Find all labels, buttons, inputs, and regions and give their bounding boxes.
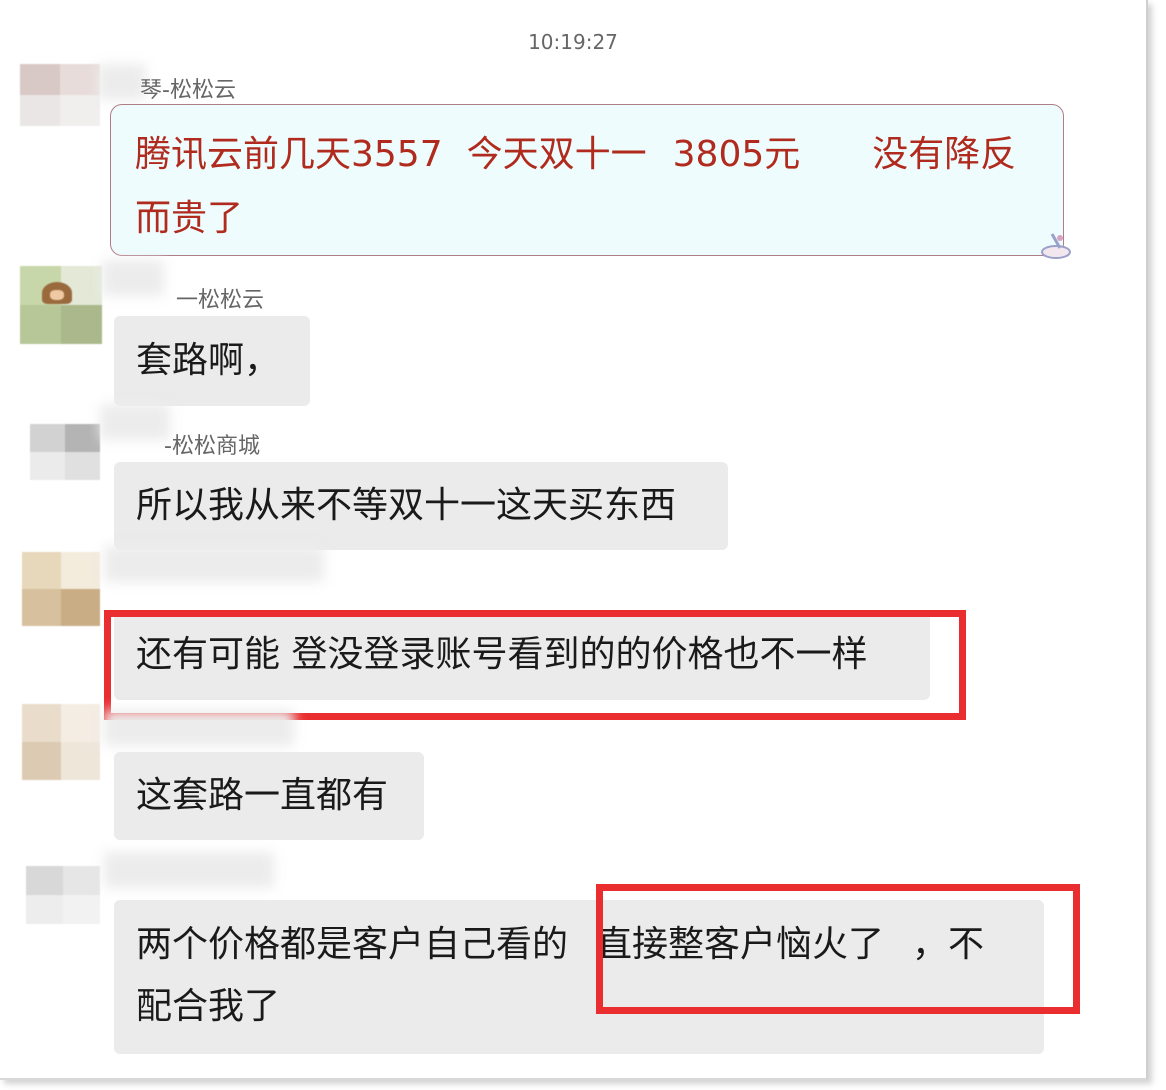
sender-name-redacted xyxy=(104,710,294,746)
highlight-box xyxy=(104,610,966,720)
avatar[interactable] xyxy=(22,552,100,626)
chat-window: 10:19:27 琴-松松云 腾讯云前几天3557 今天双十一 3805元 没有降反 … xyxy=(0,0,1148,1080)
message-text: 这套路一直都有 xyxy=(136,775,389,816)
sender-name: 一松松云 xyxy=(176,288,265,313)
sender-name-redacted xyxy=(102,260,164,296)
message-bubble[interactable]: 这套路一直都有 xyxy=(114,752,424,840)
message-text: 今天双十一 xyxy=(466,134,647,175)
shake-icon xyxy=(1041,233,1071,259)
sender-name-redacted xyxy=(104,546,324,582)
message-text-line: 而贵了 xyxy=(135,187,1039,251)
avatar[interactable] xyxy=(30,424,100,480)
message-text: 3805元 xyxy=(672,134,801,175)
message-text: 两个价格都是客户自己看的 xyxy=(136,924,569,965)
avatar[interactable] xyxy=(26,866,100,924)
sender-name: 琴-松松云 xyxy=(140,78,236,103)
highlight-box xyxy=(596,884,1080,1014)
message-text-line: 腾讯云前几天3557 今天双十一 3805元 没有降反 xyxy=(135,123,1039,187)
message-bubble[interactable]: 套路啊， xyxy=(114,316,310,406)
sender-name: -松松商城 xyxy=(164,434,260,459)
message-bubble[interactable]: 所以我从来不等双十一这天买东西 xyxy=(114,462,728,550)
message-text: 没有降反 xyxy=(872,134,1017,175)
sender-name-redacted xyxy=(98,64,146,100)
message-text: 套路啊， xyxy=(136,340,281,381)
message-timestamp: 10:19:27 xyxy=(528,30,618,54)
avatar[interactable] xyxy=(22,704,100,780)
sender-name-redacted xyxy=(104,852,274,888)
message-text: 腾讯云前几天3557 xyxy=(135,134,443,175)
message-bubble[interactable]: 腾讯云前几天3557 今天双十一 3805元 没有降反 而贵了 xyxy=(110,104,1064,256)
message-text: 而贵了 xyxy=(135,198,244,239)
avatar[interactable] xyxy=(20,266,102,344)
message-text: 配合我了 xyxy=(136,986,281,1027)
sender-name-redacted xyxy=(100,404,170,440)
message-text: 所以我从来不等双十一这天买东西 xyxy=(136,485,677,526)
avatar[interactable] xyxy=(20,64,100,126)
